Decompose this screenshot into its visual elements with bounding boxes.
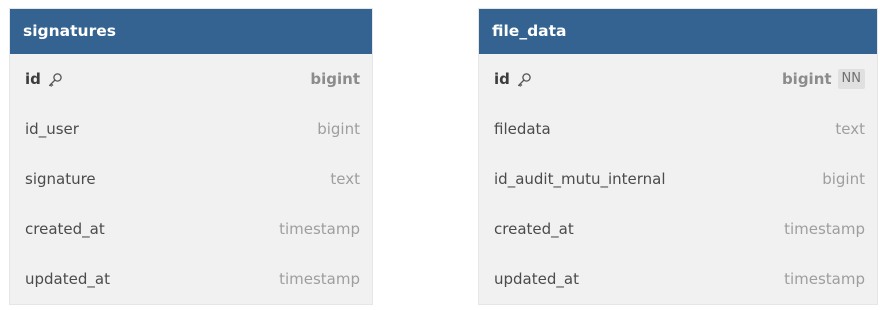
column-type: bigint	[781, 70, 832, 88]
column-type: timestamp	[279, 220, 360, 238]
column-name: created_at	[25, 220, 105, 238]
column-type: timestamp	[784, 270, 865, 288]
table-file-data[interactable]: file_data id bigint NN filedata text id_…	[478, 8, 878, 305]
column-name: created_at	[494, 220, 574, 238]
column-row-id[interactable]: id bigint NN	[479, 54, 877, 104]
column-type: timestamp	[279, 270, 360, 288]
column-left: id	[494, 70, 532, 88]
column-row-created-at[interactable]: created_at timestamp	[479, 204, 877, 254]
column-name: id	[494, 70, 510, 88]
column-type: text	[330, 170, 360, 188]
column-name: filedata	[494, 120, 551, 138]
column-type: bigint	[317, 120, 360, 138]
column-row-id-user[interactable]: id_user bigint	[10, 104, 372, 154]
column-type: bigint	[822, 170, 865, 188]
column-type: text	[835, 120, 865, 138]
key-icon	[48, 73, 62, 87]
column-type: timestamp	[784, 220, 865, 238]
diagram-canvas: signatures id bigint id_user bigint sign…	[0, 0, 880, 310]
column-row-signature[interactable]: signature text	[10, 154, 372, 204]
not-null-badge: NN	[837, 69, 865, 89]
column-row-filedata[interactable]: filedata text	[479, 104, 877, 154]
column-type: bigint	[310, 70, 360, 88]
column-row-id-audit-mutu-internal[interactable]: id_audit_mutu_internal bigint	[479, 154, 877, 204]
column-right: bigint NN	[782, 69, 865, 89]
table-signatures[interactable]: signatures id bigint id_user bigint sign…	[9, 8, 373, 305]
column-row-updated-at[interactable]: updated_at timestamp	[10, 254, 372, 304]
table-header[interactable]: file_data	[479, 9, 877, 54]
column-row-updated-at[interactable]: updated_at timestamp	[479, 254, 877, 304]
column-name: id_user	[25, 120, 79, 138]
column-row-id[interactable]: id bigint	[10, 54, 372, 104]
column-name: updated_at	[25, 270, 110, 288]
column-name: updated_at	[494, 270, 579, 288]
column-name: signature	[25, 170, 96, 188]
column-name: id	[25, 70, 41, 88]
column-name: id_audit_mutu_internal	[494, 170, 666, 188]
table-header[interactable]: signatures	[10, 9, 372, 54]
key-icon	[517, 73, 531, 87]
column-left: id	[25, 70, 63, 88]
column-row-created-at[interactable]: created_at timestamp	[10, 204, 372, 254]
